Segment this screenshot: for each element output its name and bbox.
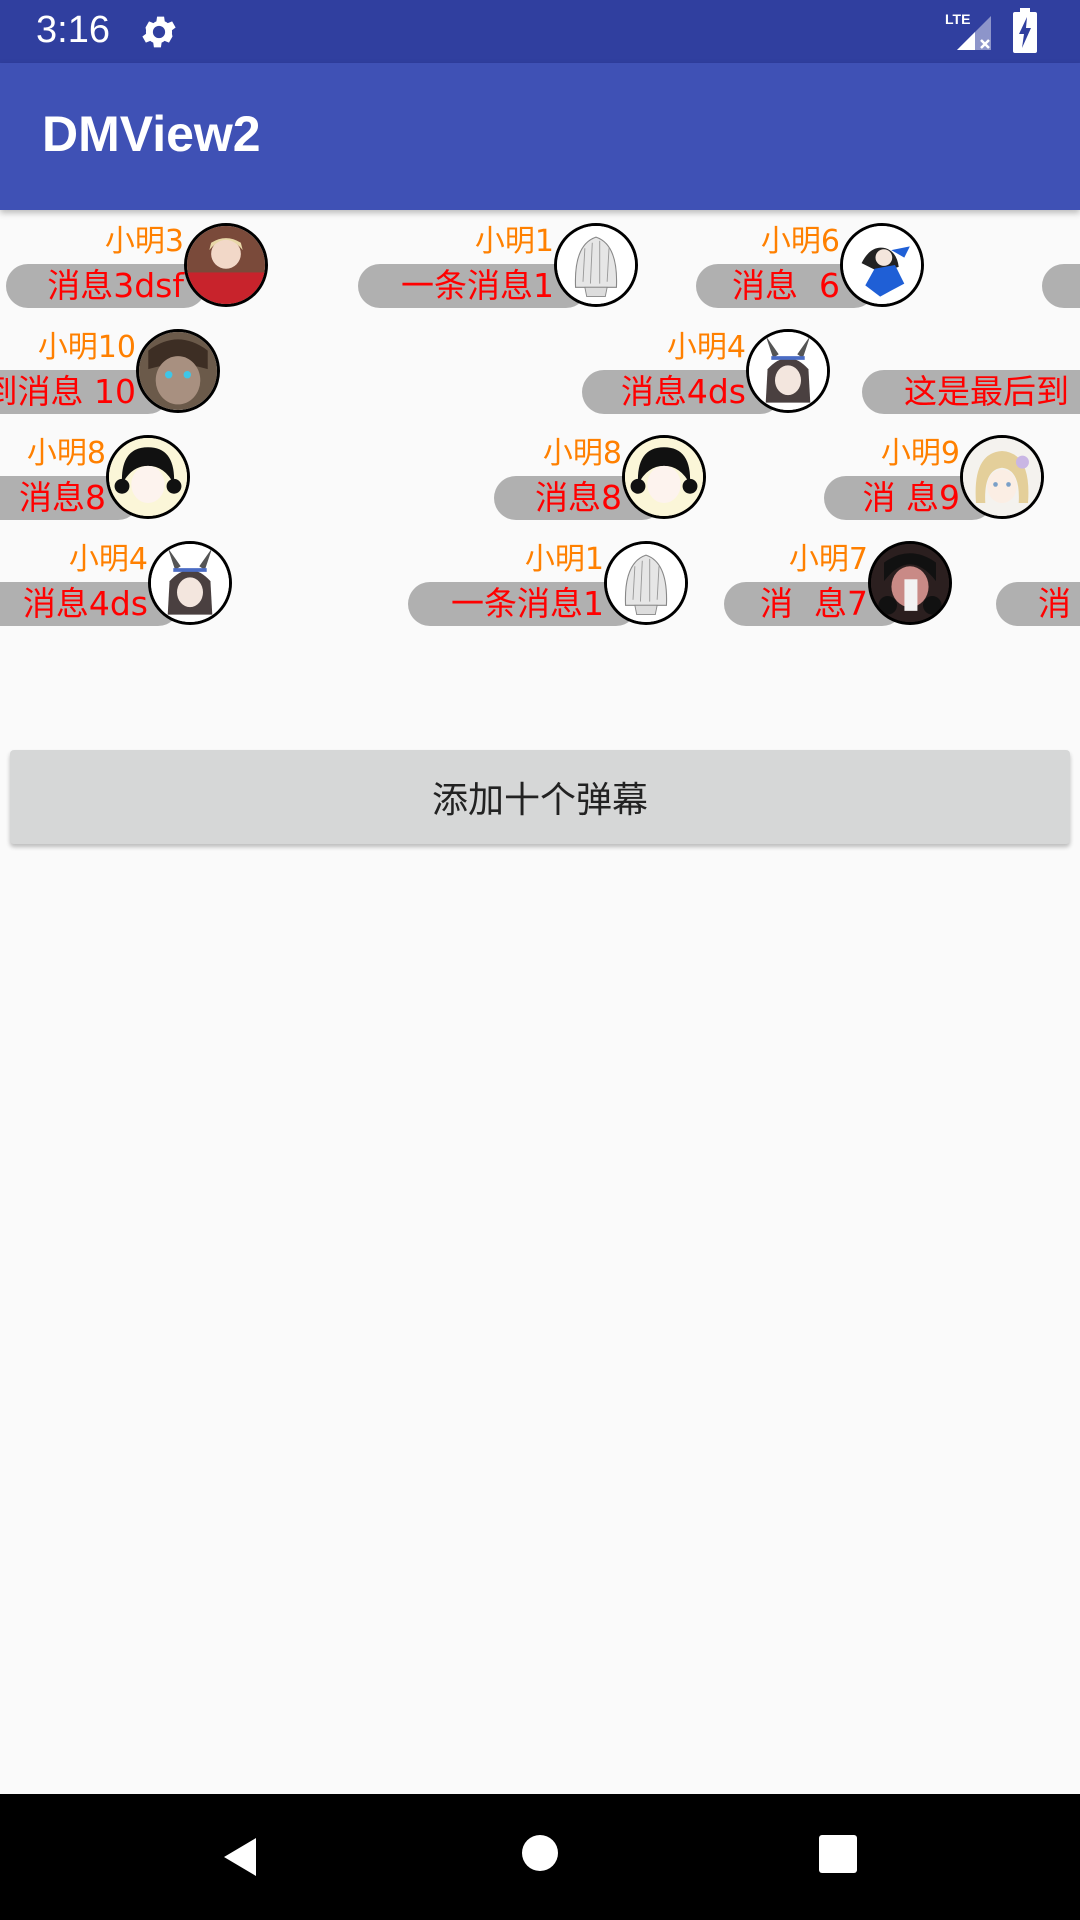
danmaku-item: 消 息7 小明7 [724,540,952,626]
avatar-sketch-icon [607,544,685,622]
danmaku-message: 消 息7 [760,584,868,623]
danmaku-item: 消息3dsf 小明3 [6,222,268,308]
avatar [622,435,706,519]
avatar-red-dress-icon [187,226,265,304]
navigation-bar [0,1794,1080,1920]
gear-icon [142,16,176,48]
lte-signal-icon: LTE [945,11,991,50]
danmaku-name: 小明6 [760,224,840,259]
danmaku-message: 消 [1038,584,1071,623]
avatar [868,541,952,625]
danmaku-message: 消 息9 [862,478,961,517]
danmaku-message: 到消息 10 [0,372,136,411]
avatar [148,541,232,625]
danmaku-message: 消息4ds [22,584,148,623]
danmaku-message: 消息8 [19,478,106,517]
danmaku-item: 消息4ds 小明4 [0,540,232,626]
danmaku-item: 这是最后到 [862,328,1080,414]
danmaku-item: 消息 6 小明6 [696,222,924,308]
danmaku-message: 消息4ds [620,372,746,411]
danmaku-item: 消 [996,540,1080,626]
avatar-dark-hair-icon [625,438,703,516]
avatar [554,223,638,307]
app-title: DMView2 [42,106,261,162]
danmaku-item [1042,222,1080,308]
danmaku-item: 消息8 小明8 [494,434,706,520]
danmaku-item: 一条消息1 小明1 [358,222,638,308]
avatar [746,329,830,413]
danmaku-item: 消 息9 小明9 [824,434,1044,520]
danmaku-name: 小明8 [26,436,106,471]
danmaku-message: 消息 6 [732,266,840,305]
danmaku-item: 消息4ds 小明4 [582,328,830,414]
avatar-blue-eyes-icon [139,332,217,410]
app-bar: DMView2 [0,63,1080,210]
danmaku-name: 小明4 [68,542,148,577]
danmaku-name: 小明1 [474,224,554,259]
avatar [960,435,1044,519]
danmaku-message: 一条消息1 [401,266,554,305]
danmaku-item: 消息8 小明8 [0,434,190,520]
avatar [106,435,190,519]
avatar-blue-outfit-icon [843,226,921,304]
danmaku-name: 小明1 [524,542,604,577]
avatar-horned-icon [151,544,229,622]
danmaku-area: 消息3dsf 小明3 一条消息1 小明1 消息 6 小明6 到消息 10 小明1… [0,210,1080,640]
avatar-sketch-icon [557,226,635,304]
danmaku-name: 小明10 [37,330,136,365]
danmaku-message: 消息8 [535,478,622,517]
battery-charging-icon [1013,8,1037,53]
danmaku-pill [1042,264,1080,308]
danmaku-item: 到消息 10 小明10 [0,328,220,414]
danmaku-name: 小明9 [880,436,960,471]
avatar [136,329,220,413]
add-ten-danmaku-button[interactable]: 添加十个弹幕 [10,750,1070,844]
avatar [184,223,268,307]
recents-icon[interactable] [818,1834,858,1874]
back-icon[interactable] [218,1834,264,1880]
avatar-horned-icon [749,332,827,410]
network-label: LTE [945,11,970,27]
status-bar: 3:16 LTE [0,0,1080,63]
danmaku-message: 这是最后到 [904,372,1069,411]
danmaku-name: 小明7 [788,542,868,577]
danmaku-message: 消息3dsf [47,266,184,305]
avatar [604,541,688,625]
home-icon[interactable] [521,1834,559,1872]
danmaku-item: 一条消息1 小明1 [408,540,688,626]
avatar-blonde-icon [963,438,1041,516]
status-time: 3:16 [36,9,110,51]
danmaku-message: 一条消息1 [451,584,604,623]
avatar-dark-hair-icon [109,438,187,516]
danmaku-name: 小明8 [542,436,622,471]
avatar [840,223,924,307]
avatar-dark-portrait-icon [871,544,949,622]
danmaku-name: 小明3 [104,224,184,259]
danmaku-name: 小明4 [666,330,746,365]
